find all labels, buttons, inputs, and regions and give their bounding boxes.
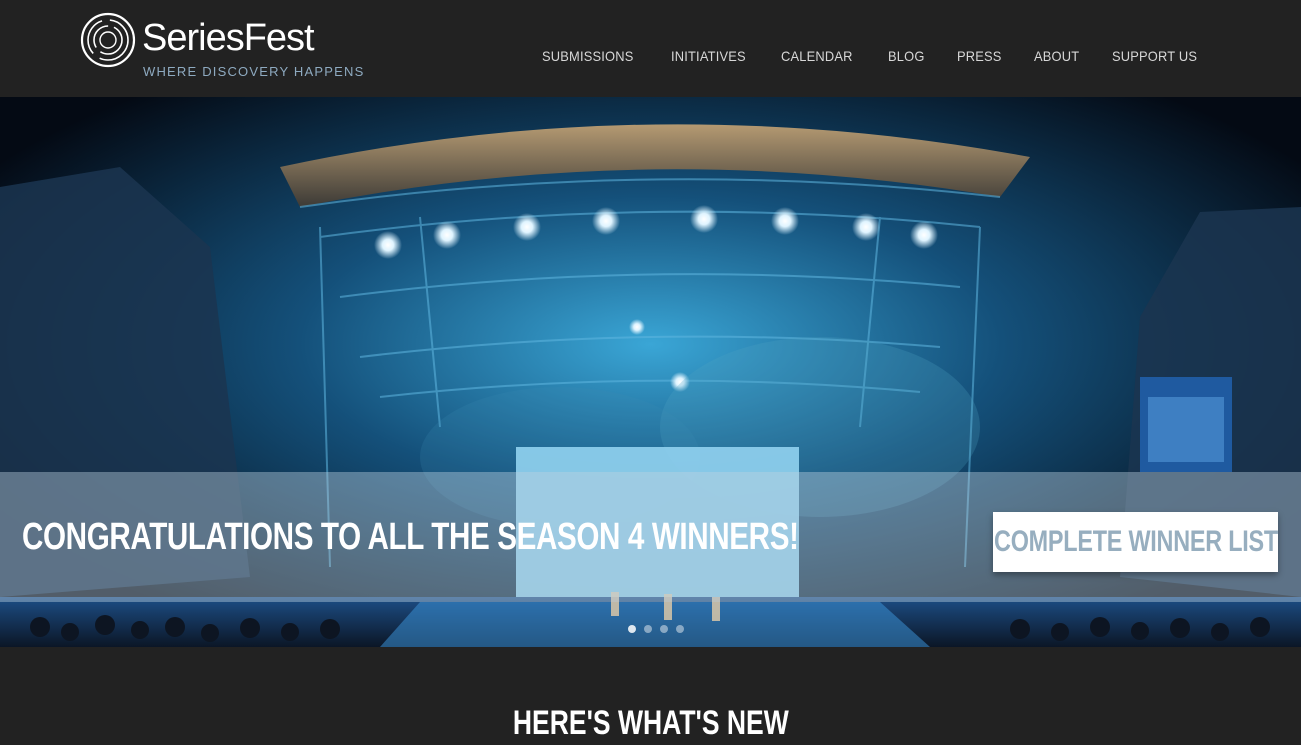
nav-item-initiatives[interactable]: INITIATIVES [671, 46, 746, 66]
nav-item-blog[interactable]: BLOG [888, 46, 925, 66]
complete-winner-list-button[interactable]: COMPLETE WINNER LIST [993, 512, 1278, 572]
main-nav: SUBMISSIONS INITIATIVES CALENDAR BLOG PR… [542, 46, 1205, 66]
hero-headline: CONGRATULATIONS TO ALL THE SEASON 4 WINN… [22, 516, 799, 558]
nav-item-calendar[interactable]: CALENDAR [781, 46, 853, 66]
concentric-circles-logo-icon [80, 12, 136, 68]
slider-dot-2[interactable] [644, 625, 652, 633]
section-title-text: HERE'S WHAT'S NEW [512, 704, 789, 742]
logo-link[interactable]: SeriesFest WHERE DISCOVERY HAPPENS [80, 12, 363, 84]
slider-dot-4[interactable] [676, 625, 684, 633]
nav-item-about[interactable]: ABOUT [1034, 46, 1079, 66]
hero-slider: CONGRATULATIONS TO ALL THE SEASON 4 WINN… [0, 97, 1301, 647]
slider-pagination [628, 625, 684, 633]
nav-item-submissions[interactable]: SUBMISSIONS [542, 46, 633, 66]
nav-item-press[interactable]: PRESS [957, 46, 1002, 66]
section-title: HERE'S WHAT'S NEW [0, 703, 1301, 743]
logo-tagline: WHERE DISCOVERY HAPPENS [143, 64, 365, 79]
nav-item-support-us[interactable]: SUPPORT US [1112, 46, 1197, 66]
cta-label: COMPLETE WINNER LIST [993, 525, 1278, 558]
site-header: SeriesFest WHERE DISCOVERY HAPPENS SUBMI… [0, 0, 1301, 97]
whats-new-section: HERE'S WHAT'S NEW [0, 647, 1301, 745]
slider-dot-3[interactable] [660, 625, 668, 633]
logo-name: SeriesFest [142, 17, 315, 59]
hero-banner: CONGRATULATIONS TO ALL THE SEASON 4 WINN… [0, 472, 1301, 602]
slider-dot-1[interactable] [628, 625, 636, 633]
